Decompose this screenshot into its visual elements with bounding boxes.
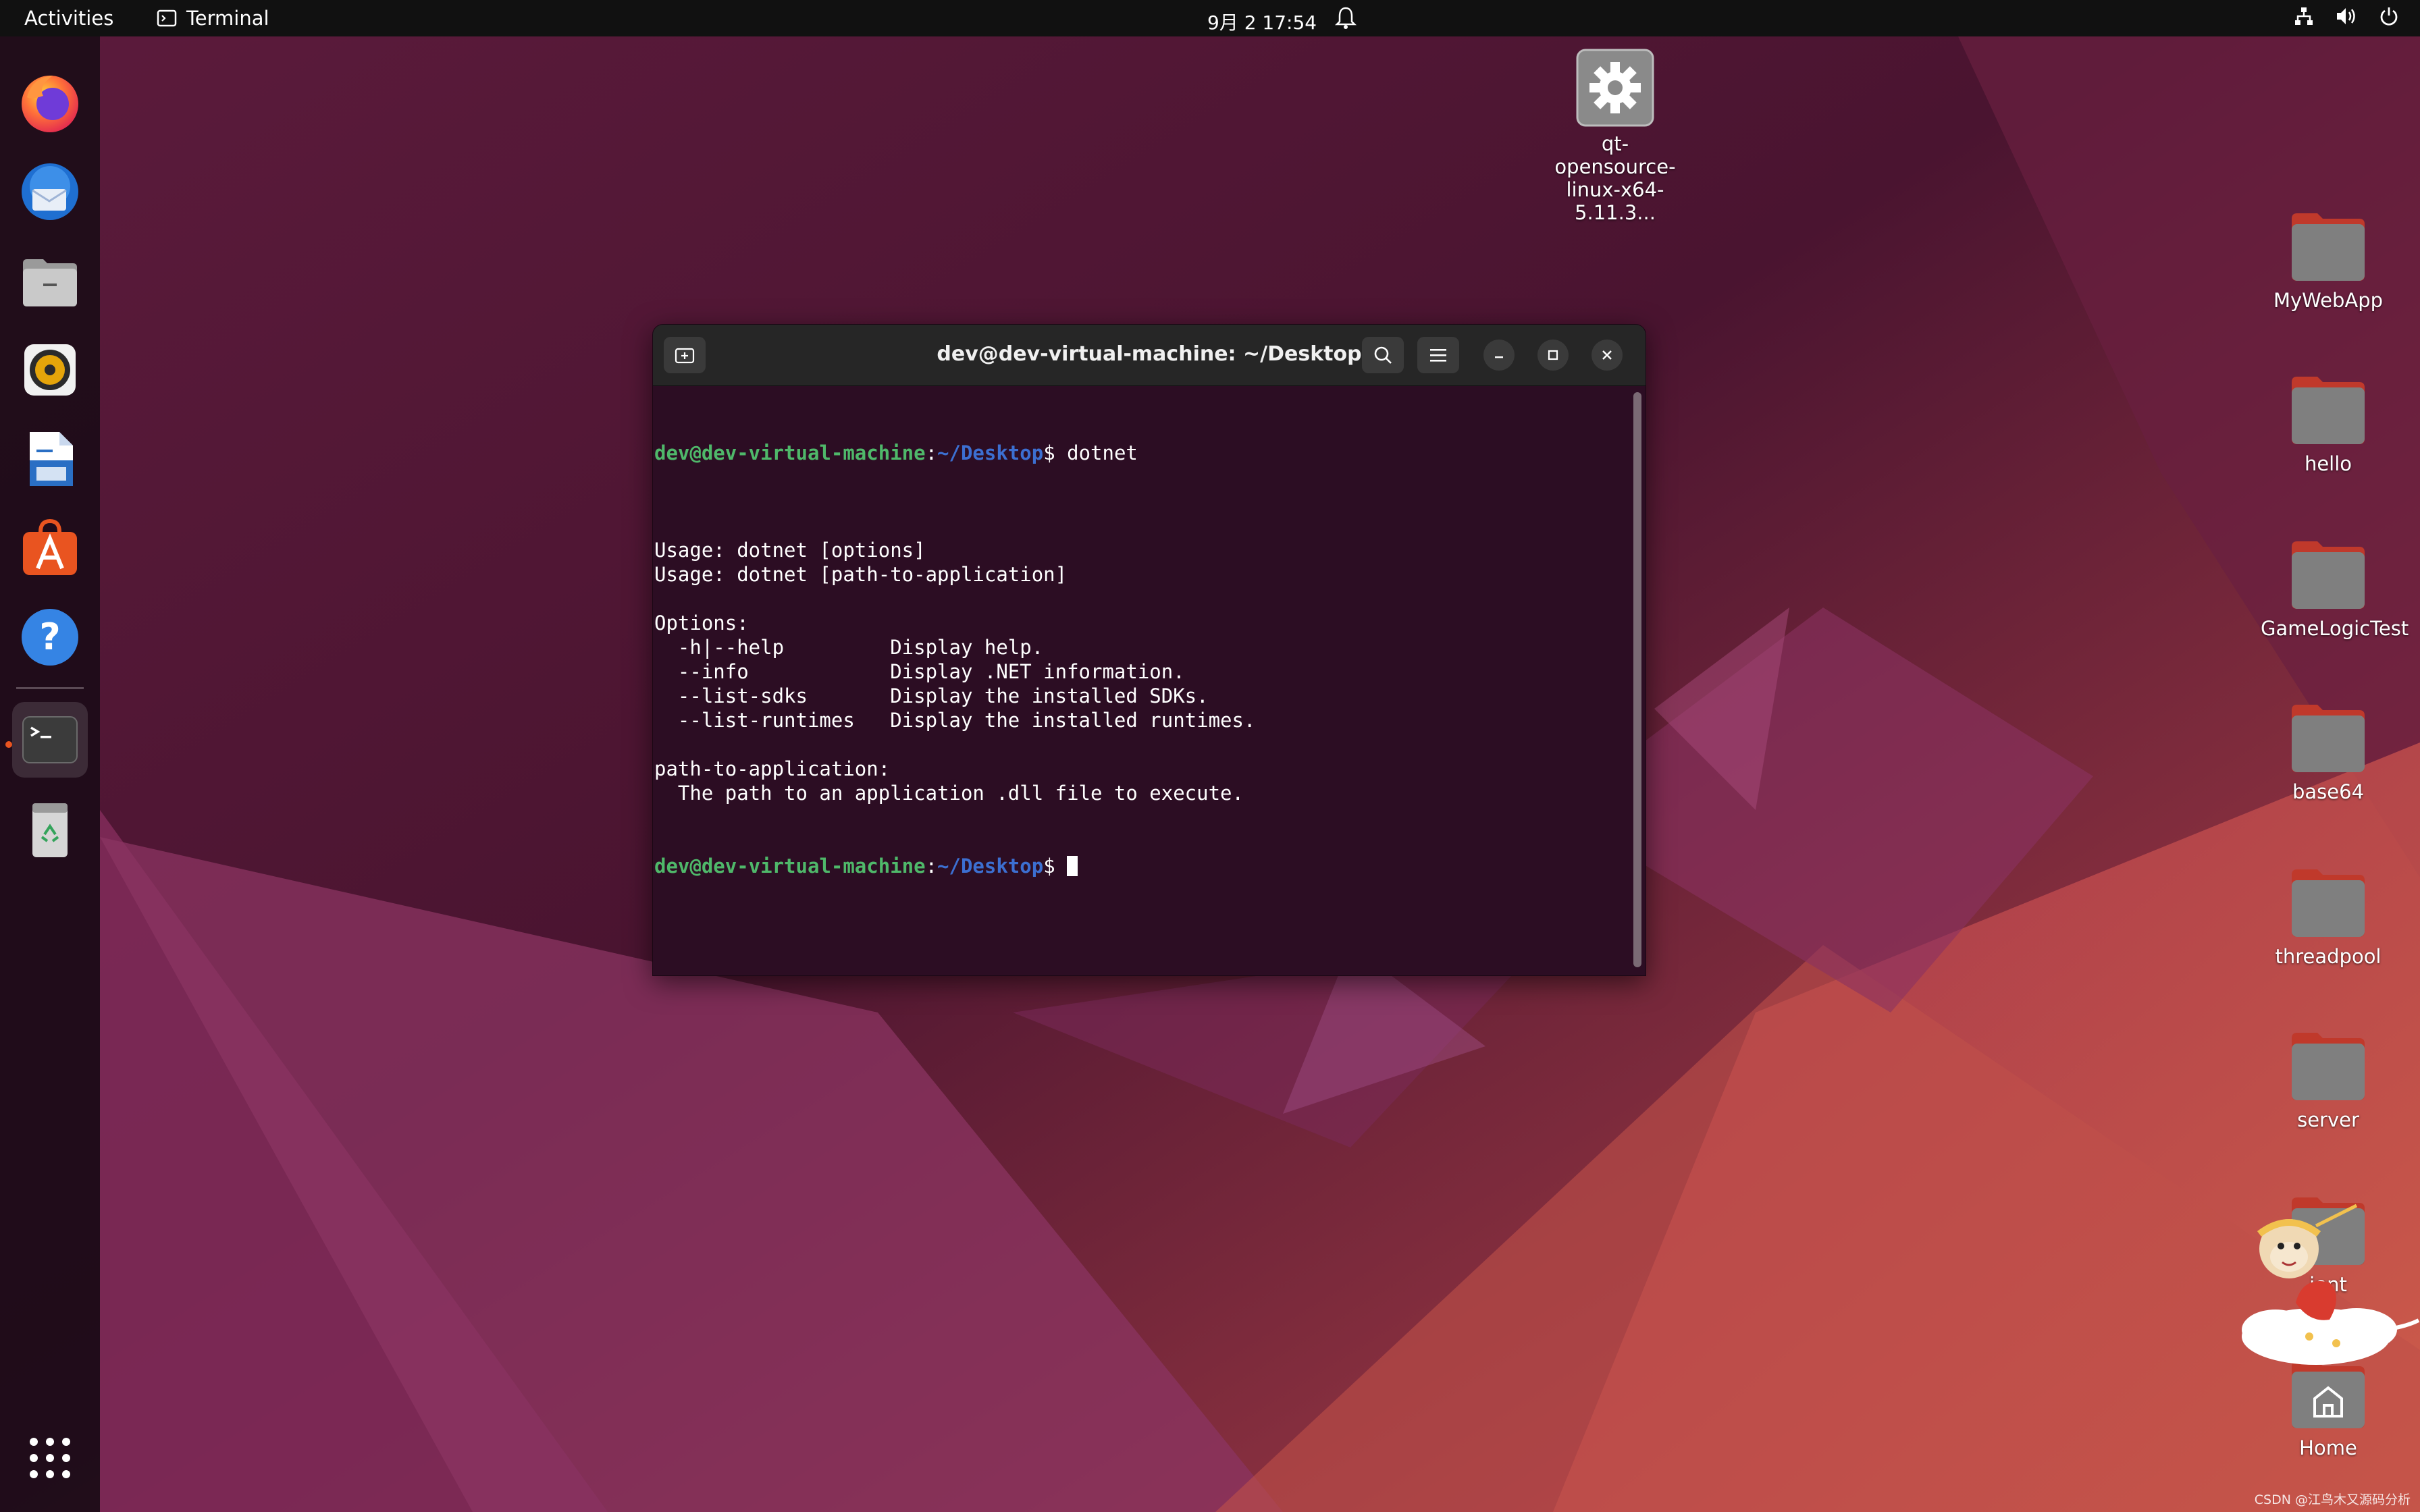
prompt-separator: : (925, 855, 938, 878)
dock-firefox[interactable] (12, 65, 88, 140)
folder-icon (2292, 377, 2365, 444)
hamburger-menu-icon (1430, 349, 1446, 362)
dock-rhythmbox[interactable] (12, 332, 88, 408)
output-line: -h|--help Display help. (654, 636, 1044, 659)
prompt-symbol: $ (1043, 855, 1055, 878)
folder-label: server (2297, 1108, 2359, 1131)
power-icon (2380, 7, 2398, 26)
dock: ? (0, 36, 100, 1512)
maximize-icon (1548, 350, 1558, 360)
prompt-symbol: $ (1043, 441, 1055, 464)
terminal-headerbar[interactable]: dev@dev-virtual-machine: ~/Desktop (653, 325, 1646, 386)
terminal-window[interactable]: dev@dev-virtual-machine: ~/Desktop dev@d… (652, 324, 1646, 976)
output-line: --info Display .NET information. (654, 660, 1185, 683)
prompt-path: ~/Desktop (937, 441, 1044, 464)
svg-text:?: ? (39, 616, 60, 658)
folder-label: threadpool (2275, 945, 2382, 968)
help-icon: ? (22, 609, 78, 666)
qt-installer-label: qt-opensource- linux-x64-5.11.3... (1554, 132, 1676, 224)
maximize-button[interactable] (1537, 340, 1569, 371)
dock-help[interactable]: ? (12, 599, 88, 675)
desktop-folder-hello[interactable]: hello (2261, 373, 2396, 475)
prompt-user: dev@dev-virtual-machine (654, 441, 926, 464)
dock-terminal[interactable] (12, 702, 88, 778)
notification-bell-icon[interactable] (1334, 4, 1357, 31)
folder-label: base64 (2292, 780, 2365, 803)
active-prompt-line: dev@dev-virtual-machine:~/Desktop$ (654, 854, 1628, 878)
folder-icon (2292, 1033, 2365, 1100)
dock-trash[interactable] (12, 791, 88, 867)
dock-separator (16, 687, 84, 689)
trash-icon (32, 803, 68, 857)
output-line: Usage: dotnet [path-to-application] (654, 563, 1068, 586)
dock-ubuntu-software[interactable] (12, 510, 88, 586)
volume-icon (2337, 8, 2355, 24)
app-menu-label: Terminal (186, 7, 269, 30)
close-button[interactable] (1592, 340, 1623, 371)
desktop-folder-server[interactable]: server (2261, 1029, 2396, 1131)
prompt-path: ~/Desktop (937, 855, 1044, 878)
files-icon (23, 259, 77, 306)
settings-gear-icon (1576, 49, 1654, 127)
folder-label: MyWebApp (2273, 289, 2384, 312)
prompt-separator: : (925, 441, 938, 464)
running-indicator (5, 741, 12, 748)
software-store-icon (23, 518, 77, 575)
csdn-watermark: CSDN @江鸟木又源码分析 (2254, 1492, 2411, 1507)
show-applications-button[interactable] (12, 1420, 88, 1496)
dock-libreoffice-writer[interactable] (12, 421, 88, 497)
output-line: Options: (654, 612, 749, 634)
folder-icon (2292, 705, 2365, 772)
output-line: Usage: dotnet [options] (654, 539, 926, 562)
desktop-folder-threadpool[interactable]: threadpool (2261, 865, 2396, 968)
folder-icon (2292, 213, 2365, 281)
app-menu[interactable]: Terminal (157, 7, 269, 30)
terminal-scrollbar[interactable] (1633, 392, 1641, 967)
clock[interactable]: 9月 2 17:54 (1207, 8, 1317, 35)
app-grid-icon (30, 1438, 70, 1478)
dock-thunderbird[interactable] (12, 154, 88, 230)
system-tray[interactable] (2293, 5, 2400, 27)
output-line: --list-runtimes Display the installed ru… (654, 709, 1256, 732)
dock-files[interactable] (12, 243, 88, 319)
output-line: path-to-application: (654, 757, 891, 780)
desktop-icon-qt-installer[interactable]: qt-opensource- linux-x64-5.11.3... (1548, 49, 1683, 224)
minimize-button[interactable] (1483, 340, 1515, 371)
desktop-folder-gamelogictest[interactable]: GameLogicTest (2261, 537, 2409, 640)
folder-label: hello (2304, 452, 2352, 475)
search-icon (1374, 346, 1392, 364)
folder-label: Home (2299, 1436, 2357, 1459)
folder-icon (2292, 869, 2365, 937)
firefox-icon (22, 76, 78, 132)
menu-button[interactable] (1417, 337, 1459, 373)
desktop-folder-base64[interactable]: base64 (2261, 701, 2396, 803)
output-line: --list-sdks Display the installed SDKs. (654, 684, 1209, 707)
close-icon (1602, 350, 1612, 360)
terminal-output[interactable]: dev@dev-virtual-machine:~/Desktop$ dotne… (654, 392, 1628, 975)
search-button[interactable] (1362, 337, 1404, 373)
prompt-line: dev@dev-virtual-machine:~/Desktop$ dotne… (654, 441, 1628, 465)
folder-icon (2292, 541, 2365, 609)
activities-button[interactable]: Activities (24, 7, 113, 30)
output-line: The path to an application .dll file to … (654, 782, 1244, 805)
thunderbird-icon (22, 163, 78, 220)
folder-label: GameLogicTest (2261, 617, 2409, 640)
network-icon (2295, 7, 2313, 25)
prompt-user: dev@dev-virtual-machine (654, 855, 926, 878)
minimize-icon (1495, 356, 1503, 358)
rhythmbox-icon (24, 344, 76, 396)
monkey-king-sticker (2242, 1204, 2420, 1365)
terminal-app-icon (22, 716, 78, 763)
text-cursor (1067, 856, 1078, 876)
top-bar: Activities Terminal 9月 2 17:54 (0, 0, 2420, 36)
command-text: dotnet (1055, 441, 1138, 464)
writer-icon (30, 432, 73, 486)
desktop-folder-mywebapp[interactable]: MyWebApp (2261, 209, 2396, 312)
terminal-icon (157, 9, 177, 27)
